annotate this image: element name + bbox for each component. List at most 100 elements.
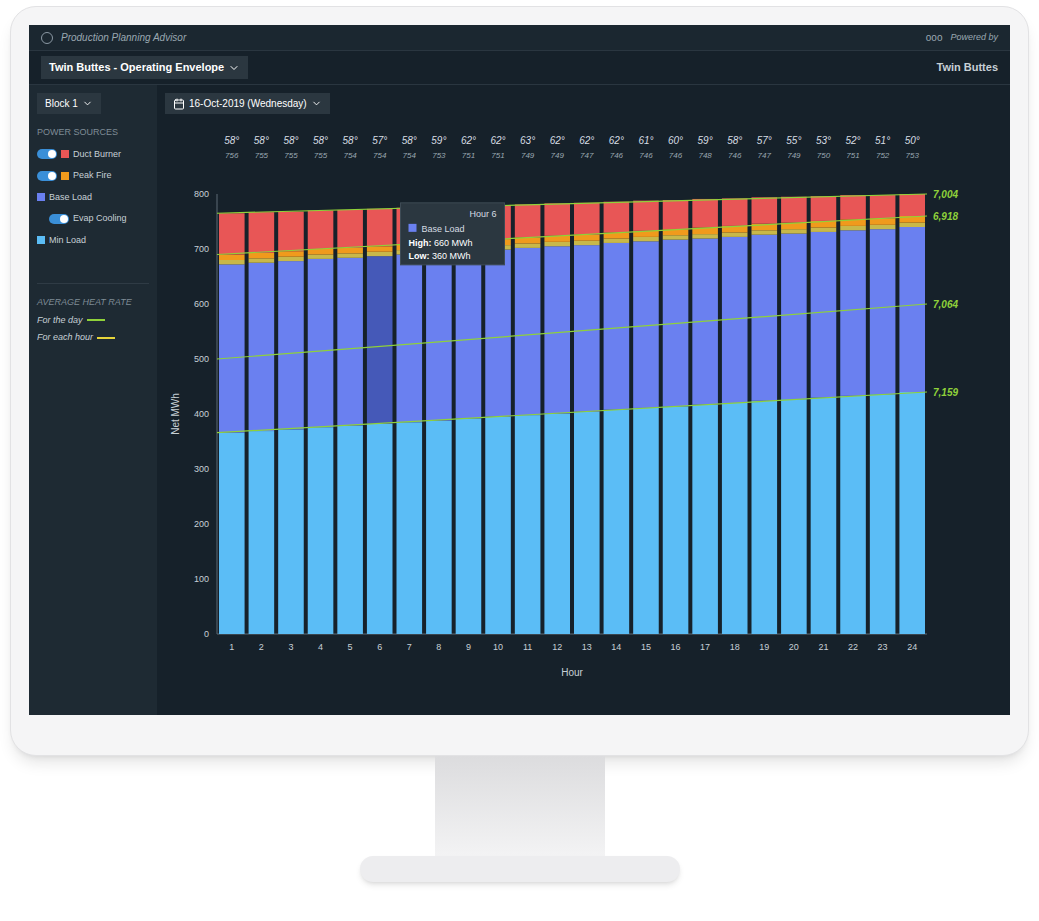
- hour-bar[interactable]: 7: [397, 208, 423, 652]
- bar-segment[interactable]: [367, 246, 393, 252]
- bar-segment[interactable]: [426, 421, 452, 634]
- bar-segment[interactable]: [663, 200, 689, 229]
- bar-segment[interactable]: [574, 245, 600, 412]
- bar-segment[interactable]: [249, 253, 275, 259]
- bar-segment[interactable]: [308, 259, 334, 427]
- bar-segment[interactable]: [811, 196, 837, 221]
- bar-segment[interactable]: [870, 229, 896, 394]
- bar-segment[interactable]: [574, 241, 600, 245]
- bar-segment[interactable]: [397, 422, 423, 634]
- bar-segment[interactable]: [781, 399, 807, 634]
- hour-bar[interactable]: 3: [278, 212, 304, 652]
- bar-segment[interactable]: [278, 257, 304, 261]
- hour-bar[interactable]: 4: [308, 211, 334, 653]
- bar-segment[interactable]: [367, 209, 393, 246]
- bar-segment[interactable]: [899, 227, 925, 392]
- bar-segment[interactable]: [574, 412, 600, 634]
- bar-segment[interactable]: [633, 237, 659, 241]
- bar-segment[interactable]: [219, 255, 245, 261]
- hour-bar[interactable]: 10: [485, 205, 511, 652]
- bar-segment[interactable]: [397, 255, 423, 423]
- bar-segment[interactable]: [544, 413, 570, 634]
- toggle-switch[interactable]: [37, 149, 57, 159]
- bar-segment[interactable]: [278, 251, 304, 257]
- bar-segment[interactable]: [308, 427, 334, 634]
- hour-bar[interactable]: 17: [692, 199, 718, 652]
- bar-segment[interactable]: [604, 239, 630, 243]
- bar-segment[interactable]: [337, 253, 363, 257]
- bar-segment[interactable]: [456, 251, 482, 418]
- bar-segment[interactable]: [219, 260, 245, 264]
- bar-segment[interactable]: [840, 396, 866, 634]
- bar-segment[interactable]: [840, 226, 866, 230]
- hour-bar[interactable]: 20: [781, 197, 807, 652]
- bar-segment[interactable]: [633, 408, 659, 634]
- bar-segment[interactable]: [515, 415, 541, 634]
- bar-segment[interactable]: [752, 197, 778, 223]
- bar-segment[interactable]: [219, 433, 245, 634]
- hour-bar[interactable]: 16: [663, 200, 689, 652]
- bar-segment[interactable]: [337, 248, 363, 254]
- hour-bar[interactable]: 14: [604, 202, 630, 652]
- bar-segment[interactable]: [722, 233, 748, 237]
- bar-segment[interactable]: [840, 230, 866, 396]
- hour-bar[interactable]: 2: [249, 212, 275, 652]
- bar-segment[interactable]: [870, 195, 896, 218]
- bar-segment[interactable]: [811, 232, 837, 398]
- hour-bar[interactable]: 15: [633, 201, 659, 652]
- legend-item[interactable]: Peak Fire: [37, 169, 149, 183]
- bar-segment[interactable]: [574, 235, 600, 241]
- bar-segment[interactable]: [456, 418, 482, 634]
- bar-segment[interactable]: [604, 410, 630, 634]
- bar-segment[interactable]: [485, 417, 511, 634]
- bar-segment[interactable]: [899, 223, 925, 227]
- bar-segment[interactable]: [367, 252, 393, 256]
- toggle-switch[interactable]: [49, 214, 69, 224]
- legend-item[interactable]: Evap Cooling: [37, 212, 149, 226]
- plant-select[interactable]: Twin Buttes - Operating Envelope: [41, 56, 248, 79]
- toggle-switch[interactable]: [37, 171, 57, 181]
- legend-item[interactable]: Base Load: [37, 191, 149, 205]
- hour-bar[interactable]: 22: [840, 195, 866, 652]
- bar-segment[interactable]: [249, 431, 275, 634]
- bar-segment[interactable]: [249, 258, 275, 262]
- bar-segment[interactable]: [249, 212, 275, 253]
- hour-bar[interactable]: 8: [426, 207, 452, 652]
- bar-segment[interactable]: [692, 234, 718, 238]
- hour-bar[interactable]: 23: [870, 195, 896, 652]
- bar-segment[interactable]: [515, 204, 541, 237]
- hour-bar[interactable]: 9: [456, 206, 482, 652]
- bar-segment[interactable]: [544, 203, 570, 235]
- legend-item[interactable]: Min Load: [37, 234, 149, 248]
- bar-segment[interactable]: [485, 250, 511, 417]
- bar-segment[interactable]: [574, 203, 600, 235]
- bar-segment[interactable]: [219, 213, 245, 254]
- hour-bar[interactable]: 12: [544, 203, 570, 652]
- bar-segment[interactable]: [604, 202, 630, 233]
- bar-segment[interactable]: [633, 201, 659, 231]
- bar-segment[interactable]: [367, 256, 393, 424]
- bar-segment[interactable]: [663, 406, 689, 634]
- bar-segment[interactable]: [278, 261, 304, 429]
- bar-segment[interactable]: [663, 235, 689, 239]
- legend-item[interactable]: Duct Burner: [37, 148, 149, 162]
- bar-segment[interactable]: [899, 194, 925, 216]
- bar-segment[interactable]: [308, 211, 334, 250]
- bar-segment[interactable]: [544, 246, 570, 413]
- bar-segment[interactable]: [811, 228, 837, 232]
- bar-segment[interactable]: [722, 198, 748, 226]
- bar-segment[interactable]: [367, 424, 393, 634]
- hour-bar[interactable]: 19: [752, 197, 778, 652]
- bar-segment[interactable]: [781, 229, 807, 233]
- bar-segment[interactable]: [840, 195, 866, 219]
- bar-segment[interactable]: [692, 199, 718, 228]
- bar-segment[interactable]: [752, 230, 778, 234]
- bar-segment[interactable]: [249, 263, 275, 431]
- block-select[interactable]: Block 1: [37, 93, 101, 114]
- bar-segment[interactable]: [278, 212, 304, 252]
- bar-segment[interactable]: [308, 255, 334, 259]
- menu-button[interactable]: ooo: [926, 30, 943, 45]
- bar-segment[interactable]: [544, 242, 570, 246]
- bar-segment[interactable]: [811, 398, 837, 635]
- bar-segment[interactable]: [781, 197, 807, 223]
